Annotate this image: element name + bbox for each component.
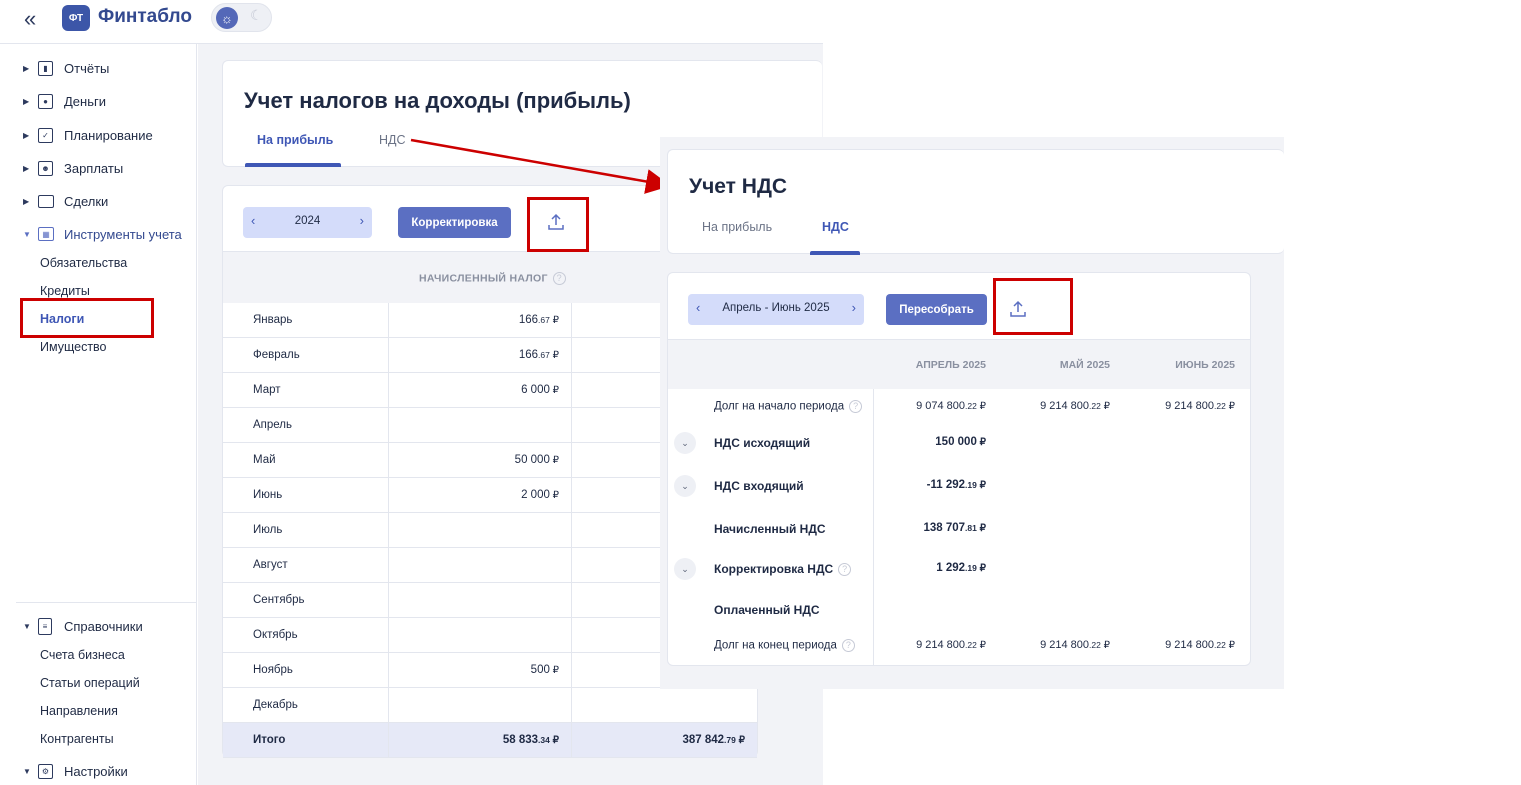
column-header-june: ИЮНЬ 2025 [1175, 359, 1235, 371]
vat-row-label: НДС исходящий [714, 436, 811, 450]
chevron-down-icon[interactable]: ⌄ [674, 432, 696, 454]
chevron-down-icon[interactable]: ⌄ [674, 475, 696, 497]
tab-income-tax[interactable]: На прибыль [702, 220, 772, 234]
tab-vat[interactable]: НДС [822, 220, 849, 234]
active-tab-indicator [810, 251, 860, 255]
vat-table-header: АПРЕЛЬ 2025 МАЙ 2025 ИЮНЬ 2025 [668, 339, 1250, 389]
vat-row-label: Долг на начало периода? [714, 400, 863, 413]
vat-value-cell: 150 000 ₽ [935, 436, 986, 448]
vat-row-label: НДС входящий [714, 479, 804, 493]
chevron-down-icon[interactable]: ⌄ [674, 558, 696, 580]
vat-value-cell: 1 292.19 ₽ [936, 562, 986, 574]
vat-header-card: Учет НДС На прибыль НДС [667, 149, 1284, 255]
vat-value-cell: -11 292.19 ₽ [926, 479, 986, 491]
vat-row-label: Долг на конец периода? [714, 639, 855, 652]
help-icon[interactable]: ? [841, 639, 855, 652]
vat-page-title: Учет НДС [689, 175, 788, 198]
period-selector[interactable]: ‹ Апрель - Июнь 2025 › [688, 294, 864, 325]
period-value: Апрель - Июнь 2025 [722, 302, 830, 314]
rebuild-button[interactable]: Пересобрать [886, 294, 987, 325]
help-icon[interactable]: ? [838, 563, 852, 577]
vat-screenshot-overlay: Учет НДС На прибыль НДС ‹ Апрель - Июнь … [660, 137, 1284, 689]
vat-value-cell: 9 214 800.22 ₽ [1040, 400, 1110, 412]
chevron-right-icon[interactable]: › [852, 300, 856, 315]
column-header-may: МАЙ 2025 [1059, 359, 1110, 371]
help-icon[interactable]: ? [849, 400, 863, 413]
vat-row-label: Оплаченный НДС [714, 603, 820, 617]
vat-value-cell: 9 214 800.22 ₽ [916, 639, 986, 651]
highlight-box-vat-export [993, 278, 1073, 335]
vat-value-cell: 9 074 800.22 ₽ [916, 400, 986, 412]
vat-value-cell: 138 707.81 ₽ [923, 522, 986, 534]
vat-value-cell: 9 214 800.22 ₽ [1165, 400, 1235, 412]
vat-table-card: ‹ Апрель - Июнь 2025 › Пересобрать АПРЕЛ… [667, 272, 1251, 666]
vat-value-cell: 9 214 800.22 ₽ [1040, 639, 1110, 651]
vat-row-label: Корректировка НДС? [714, 562, 852, 577]
column-header-april: АПРЕЛЬ 2025 [915, 359, 986, 371]
vat-value-cell: 9 214 800.22 ₽ [1165, 639, 1235, 651]
vat-row-label: Начисленный НДС [714, 522, 826, 536]
